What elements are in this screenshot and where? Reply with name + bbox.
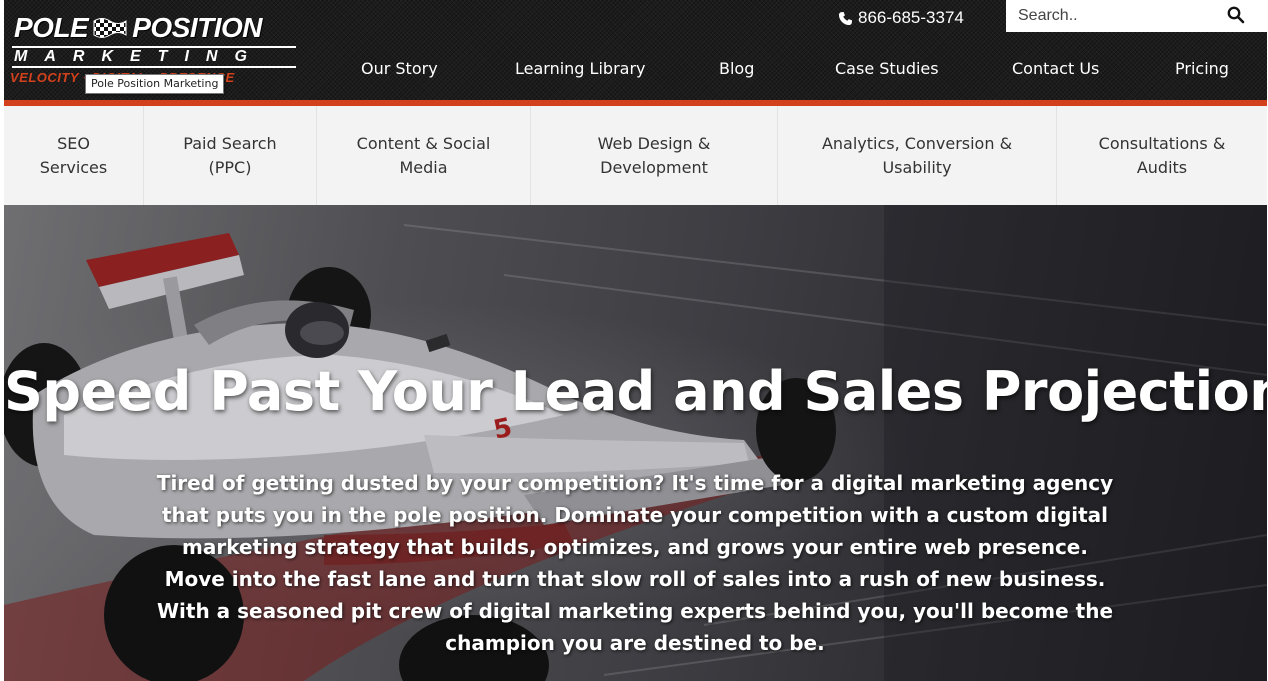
service-web-design[interactable]: Web Design & Development — [531, 106, 778, 205]
search-input[interactable] — [1018, 1, 1228, 31]
service-seo-label-1: SEO — [57, 133, 90, 153]
main-nav: Our Story Learning Library Blog Case Stu… — [0, 56, 1268, 82]
service-analytics-label-1: Analytics, Conversion & — [821, 133, 1013, 153]
logo-word-pole: POLE — [14, 12, 89, 43]
service-consultations-label-1: Consultations & — [1098, 133, 1226, 153]
phone-link[interactable]: 866-685-3374 — [838, 6, 964, 30]
hero-title: Speed Past Your Lead and Sales Projectio… — [4, 360, 1267, 423]
service-paid-search[interactable]: Paid Search (PPC) — [144, 106, 317, 205]
service-seo-label-2: Services — [39, 157, 108, 177]
services-nav: SEO Services Paid Search (PPC) Content & S… — [4, 106, 1267, 205]
service-web-design-label-2: Development — [600, 157, 708, 177]
service-content-social[interactable]: Content & Social Media — [317, 106, 531, 205]
search-icon[interactable] — [1227, 6, 1245, 24]
service-paid-search-label-1: Paid Search — [183, 133, 277, 153]
service-content-social-label-2: Media — [399, 157, 448, 177]
service-analytics-label-2: Usability — [882, 157, 952, 177]
service-content-social-label-1: Content & Social — [356, 133, 491, 153]
nav-blog[interactable]: Blog — [719, 56, 754, 82]
hero-body: Tired of getting dusted by your competit… — [156, 471, 1114, 655]
nav-learning-library[interactable]: Learning Library — [515, 56, 646, 82]
logo-word-position: POSITION — [132, 12, 263, 43]
nav-our-story[interactable]: Our Story — [361, 56, 438, 82]
nav-contact-us[interactable]: Contact Us — [1012, 56, 1099, 82]
phone-number: 866-685-3374 — [858, 8, 964, 27]
nav-case-studies[interactable]: Case Studies — [835, 56, 939, 82]
search-form — [1006, 0, 1267, 32]
service-consultations-label-2: Audits — [1136, 157, 1188, 177]
service-seo[interactable]: SEO Services — [4, 106, 144, 205]
service-web-design-label-1: Web Design & — [597, 133, 711, 153]
service-consultations[interactable]: Consultations & Audits — [1057, 106, 1267, 205]
hero-banner: 5 Speed Past Your Lead and Sales Project… — [4, 205, 1267, 681]
logo-wordmark: POLE POSITION — [14, 12, 263, 44]
service-analytics[interactable]: Analytics, Conversion & Usability — [778, 106, 1057, 205]
service-paid-search-label-2: (PPC) — [208, 157, 252, 177]
checkered-flag-icon — [93, 18, 127, 38]
phone-icon — [838, 11, 853, 25]
nav-pricing[interactable]: Pricing — [1175, 56, 1229, 82]
